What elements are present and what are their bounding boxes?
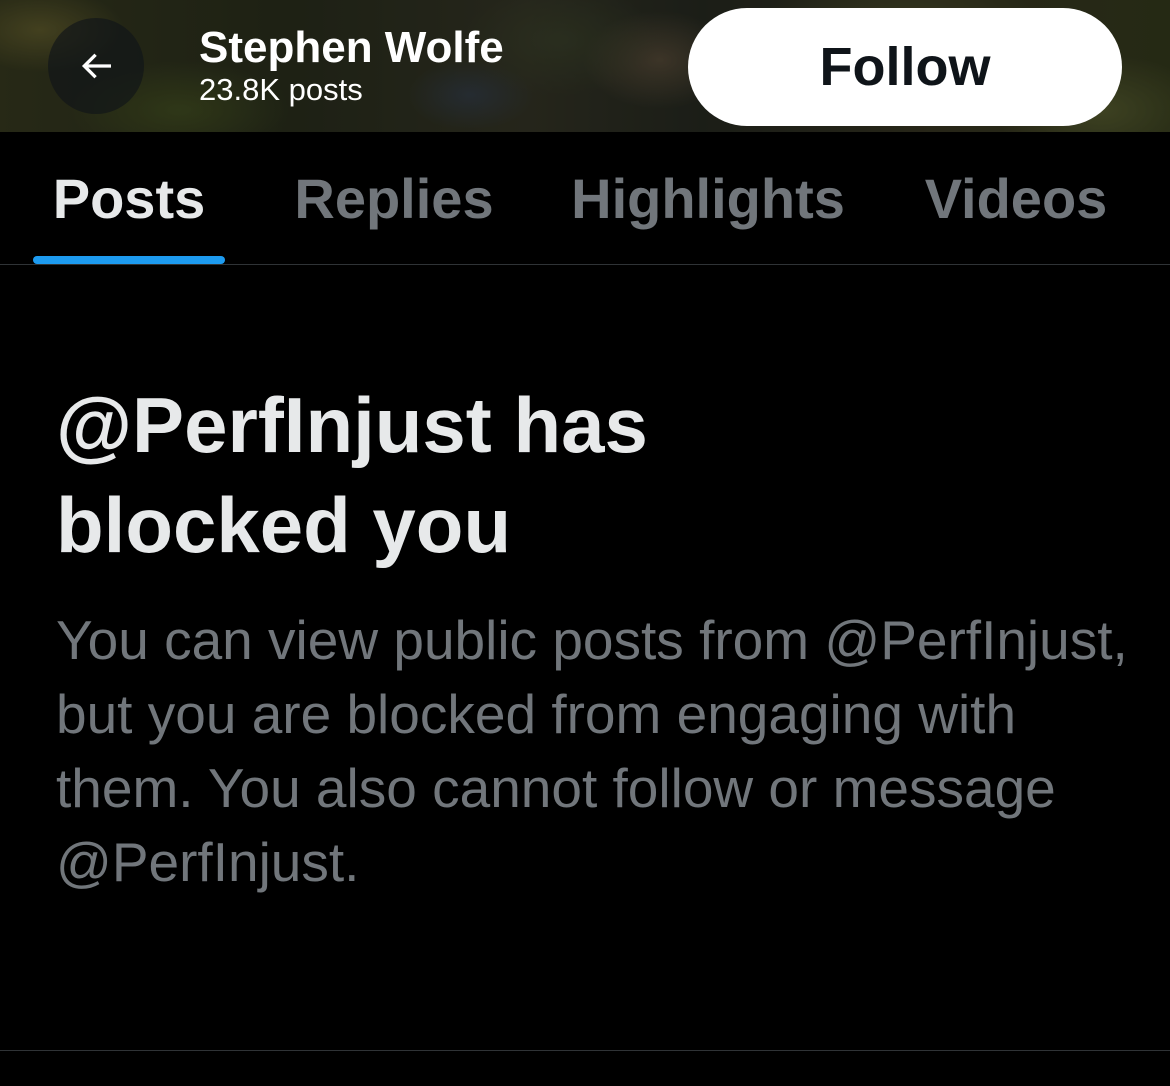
blocked-heading: @PerfInjust has blocked you xyxy=(56,381,648,569)
active-tab-indicator xyxy=(33,256,225,264)
divider xyxy=(0,1050,1170,1051)
follow-button[interactable]: Follow xyxy=(688,8,1122,126)
post-count: 23.8K posts xyxy=(199,72,363,107)
tab-replies[interactable]: Replies xyxy=(268,132,520,264)
blocked-description: You can view public posts from @PerfInju… xyxy=(56,609,1128,893)
profile-tabs: Posts Replies Highlights Videos xyxy=(0,132,1170,265)
profile-name: Stephen Wolfe xyxy=(199,23,504,72)
arrow-left-icon xyxy=(76,46,116,86)
header-title-block: Stephen Wolfe 23.8K posts xyxy=(199,24,504,108)
tab-posts[interactable]: Posts xyxy=(33,132,225,264)
tab-videos[interactable]: Videos xyxy=(898,132,1134,264)
blocked-notice: @PerfInjust has blocked you You can view… xyxy=(56,375,1136,899)
tab-highlights[interactable]: Highlights xyxy=(540,132,876,264)
profile-header: Stephen Wolfe 23.8K posts Follow xyxy=(0,0,1170,132)
back-button[interactable] xyxy=(48,18,144,114)
